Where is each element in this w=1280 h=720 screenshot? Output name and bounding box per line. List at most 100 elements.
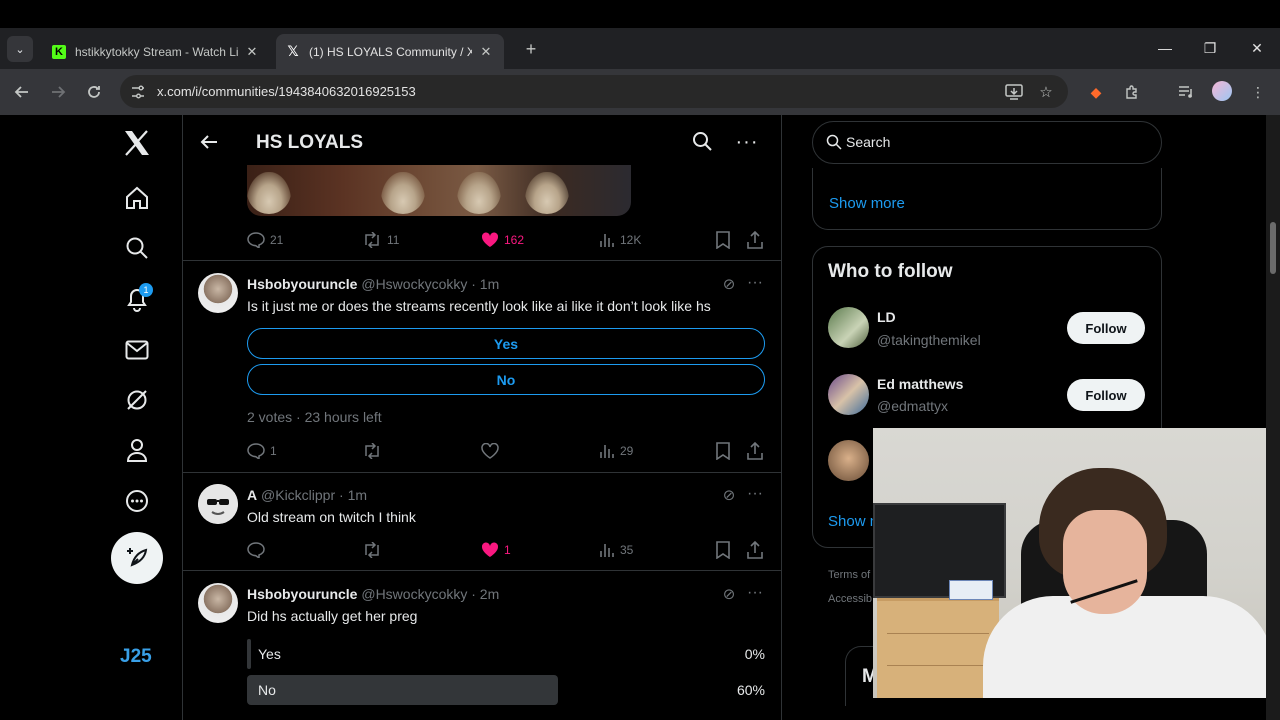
footer-accessibility-link[interactable]: Accessib [828,593,872,605]
extensions-puzzle-icon[interactable] [1121,81,1143,103]
follow-button[interactable]: Follow [1067,312,1145,344]
share-button[interactable] [747,540,768,560]
follow-button[interactable]: Follow [1067,379,1145,411]
footer-terms-link[interactable]: Terms of [828,569,870,581]
poll-result-label: Yes [258,646,281,662]
like-button[interactable] [481,441,504,461]
share-icon [747,442,763,460]
window-close-button[interactable]: ✕ [1237,36,1277,60]
repost-button[interactable] [362,540,387,560]
nav-profile[interactable] [118,431,156,469]
page-scrollbar[interactable] [1266,115,1280,720]
views-button[interactable]: 35 [599,540,633,560]
nav-home[interactable] [118,179,156,217]
author-handle-time[interactable]: @Kickclippr · 1m [261,487,367,503]
url-text: x.com/i/communities/1943840632016925153 [157,84,416,99]
minimize-button[interactable]: — [1145,36,1185,60]
repost-button[interactable] [362,441,387,461]
post-header: A @Kickclippr · 1m [247,487,367,503]
bookmark-star-icon[interactable]: ☆ [1036,82,1056,102]
author-handle-time[interactable]: @Hswockycokky · 1m [361,276,499,292]
back-button[interactable] [10,80,34,104]
community-search-button[interactable] [692,131,714,153]
more-horizontal-icon[interactable]: ··· [746,584,764,602]
nav-messages[interactable] [118,331,156,369]
menu-kebab-icon[interactable]: ⋮ [1247,81,1269,103]
nav-more[interactable] [118,482,156,520]
author-name[interactable]: Hsbobyouruncle [247,586,357,602]
suggestion-handle[interactable]: @edmattyx [877,398,948,414]
view-count: 29 [620,444,634,458]
avatar[interactable] [198,484,238,524]
new-tab-button[interactable]: + [520,38,542,60]
glass-shape [525,172,569,214]
author-name[interactable]: A [247,487,257,503]
grok-icon[interactable]: ⊘ [720,585,738,603]
close-icon[interactable]: ✕ [478,44,494,60]
profile-avatar[interactable] [1212,81,1232,101]
author-handle-time[interactable]: @Hswockycokky · 2m [361,586,499,602]
browser-tab-x[interactable]: 𝕏 (1) HS LOYALS Community / X ✕ [276,34,504,69]
envelope-icon [125,340,149,360]
close-icon[interactable]: ✕ [244,44,260,60]
bookmark-button[interactable] [715,441,736,461]
grok-icon[interactable]: ⊘ [720,275,738,293]
poll-option-yes[interactable]: Yes [247,328,765,359]
install-app-icon[interactable] [1004,82,1024,102]
browser-tab-kick[interactable]: K hstikkytokky Stream - Watch Li ✕ [42,34,270,69]
back-arrow-button[interactable] [198,131,220,153]
reply-button[interactable]: 1 [247,441,277,461]
compose-post-button[interactable] [111,532,163,584]
bar-chart-icon [600,445,614,458]
page-scrollbar-thumb[interactable] [1270,222,1276,274]
avatar[interactable] [198,273,238,313]
x-logo-home-link[interactable] [118,124,156,162]
nav-bottom-label: J25 [120,646,152,667]
heart-filled-icon [481,542,499,557]
avatar[interactable] [828,307,869,348]
poll-option-no[interactable]: No [247,364,765,395]
webcam-overlay [873,428,1280,698]
views-button[interactable]: 29 [599,441,633,461]
more-horizontal-icon[interactable]: ··· [746,274,764,292]
forward-button[interactable] [46,80,70,104]
media-control-icon[interactable] [1175,81,1197,103]
suggestion-name[interactable]: Ed matthews [877,376,963,392]
reload-button[interactable] [82,80,106,104]
suggestion-handle[interactable]: @takingthemikel [877,332,981,348]
avatar[interactable] [198,583,238,623]
suggestion-name[interactable]: LD [877,309,896,325]
post-text: Did hs actually get her preg [247,608,418,624]
post-text: Is it just me or does the streams recent… [247,298,711,314]
heart-filled-icon [481,232,499,247]
more-horizontal-button[interactable]: ··· [736,131,758,153]
author-name[interactable]: Hsbobyouruncle [247,276,357,292]
nav-explore[interactable] [118,229,156,267]
restore-button[interactable]: ❐ [1190,36,1230,60]
more-horizontal-icon[interactable]: ··· [746,485,764,503]
nav-grok[interactable] [118,381,156,419]
views-button[interactable]: 12K [599,230,641,250]
share-button[interactable] [747,441,768,461]
x-logo-icon: 𝕏 [287,43,299,59]
divider [183,570,781,571]
share-button[interactable] [747,230,768,250]
post-media-image[interactable] [247,165,631,216]
search-icon [693,132,712,151]
tab-search-button[interactable]: ⌄ [7,36,33,62]
reply-button[interactable] [247,540,270,560]
grok-icon[interactable]: ⊘ [720,486,738,504]
trends-show-more-link[interactable]: Show more [829,195,905,212]
poll-result-percent: 60% [736,682,765,698]
poll-result-bar [247,675,558,705]
avatar[interactable] [828,440,869,481]
site-info-icon[interactable] [128,82,148,102]
repost-button[interactable]: 11 [362,230,399,250]
like-button[interactable]: 1 [481,540,511,560]
bookmark-button[interactable] [715,540,736,560]
reply-button[interactable]: 21 [247,230,283,250]
bookmark-button[interactable] [715,230,736,250]
extension-fox-icon[interactable]: ◆ [1085,81,1107,103]
like-button[interactable]: 162 [481,230,524,250]
avatar[interactable] [828,374,869,415]
